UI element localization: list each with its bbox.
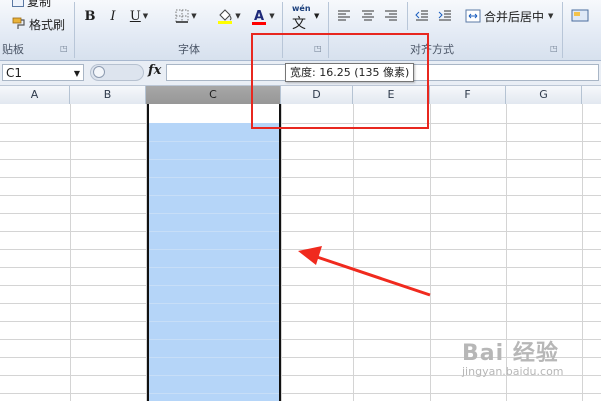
copy-icon — [12, 0, 24, 7]
column-header-h[interactable] — [582, 86, 601, 104]
selection-gridline — [149, 339, 279, 340]
selection-gridline — [149, 213, 279, 214]
column-header-b[interactable]: B — [70, 86, 146, 104]
increase-indent-icon — [438, 10, 451, 21]
formula-expand-handle[interactable] — [90, 64, 144, 81]
column-header-g[interactable]: G — [506, 86, 582, 104]
selection-gridline — [149, 357, 279, 358]
fill-color-button[interactable]: ▼ — [214, 7, 244, 25]
decrease-indent-button[interactable] — [413, 7, 431, 25]
annotation-highlight-box — [251, 33, 429, 129]
align-center-icon — [362, 10, 374, 21]
gridline — [0, 177, 601, 178]
selection-gridline — [149, 267, 279, 268]
chevron-down-icon: ▼ — [235, 12, 241, 20]
selection-gridline — [149, 321, 279, 322]
increase-indent-button[interactable] — [436, 7, 454, 25]
decrease-indent-icon — [415, 10, 428, 21]
bold-button[interactable]: B — [82, 7, 98, 25]
format-painter-label: 格式刷 — [29, 17, 66, 32]
format-painter-icon — [12, 17, 25, 29]
group-divider — [74, 2, 75, 58]
border-button[interactable]: ▼ — [170, 7, 202, 25]
gridline — [0, 141, 601, 142]
font-color-icon: A — [252, 9, 267, 25]
chevron-down-icon: ▼ — [269, 12, 275, 20]
watermark-url: jingyan.baidu.com — [462, 365, 564, 378]
phonetic-guide-button[interactable]: wén 文 ▼ — [290, 4, 322, 32]
selection-gridline — [149, 195, 279, 196]
copy-label: 复制 — [27, 0, 52, 9]
watermark-brand: Bai 经验 — [462, 341, 559, 366]
font-group-label: 字体 — [178, 43, 200, 56]
selection-gridline — [149, 177, 279, 178]
format-painter-button[interactable]: 格式刷 — [12, 15, 65, 33]
group-divider — [562, 2, 563, 58]
gridline — [0, 231, 601, 232]
gridline — [0, 321, 601, 322]
align-center-button[interactable] — [359, 7, 377, 25]
alignment-launcher-icon[interactable]: ◳ — [550, 44, 558, 53]
gridline — [0, 393, 601, 394]
selection-gridline — [149, 303, 279, 304]
chevron-down-icon: ▼ — [548, 12, 554, 20]
align-left-button[interactable] — [335, 7, 353, 25]
border-icon — [175, 9, 189, 23]
phonetic-top-label: wén — [292, 4, 311, 13]
selection-gridline — [149, 393, 279, 394]
number-format-button[interactable] — [570, 7, 590, 25]
chevron-down-icon: ▼ — [191, 12, 197, 20]
italic-button[interactable]: I — [105, 7, 121, 25]
selection-gridline — [149, 375, 279, 376]
underline-button[interactable]: U ▼ — [128, 7, 150, 25]
zoom-circle-icon — [93, 66, 105, 78]
group-divider — [407, 2, 408, 30]
copy-button[interactable]: 复制 — [12, 0, 52, 9]
chevron-down-icon: ▼ — [73, 69, 80, 78]
fill-bucket-icon — [218, 9, 233, 24]
column-header-f[interactable]: F — [430, 86, 506, 104]
align-right-icon — [385, 10, 397, 21]
gridline — [0, 159, 601, 160]
align-right-button[interactable] — [382, 7, 400, 25]
selection-gridline — [149, 141, 279, 142]
gridline — [0, 213, 601, 214]
clipboard-group-label: 贴板 — [2, 43, 24, 56]
font-color-button[interactable]: A ▼ — [249, 7, 277, 25]
phonetic-bottom-label: 文 — [292, 16, 306, 32]
selection-gridline — [149, 285, 279, 286]
selection-gridline — [149, 231, 279, 232]
chevron-down-icon: ▼ — [142, 12, 149, 20]
merge-center-label: 合并后居中 — [484, 9, 545, 24]
chevron-down-icon: ▼ — [314, 12, 320, 20]
merge-center-button[interactable]: 合并后居中 ▼ — [465, 7, 561, 25]
number-format-icon — [571, 9, 589, 22]
merge-center-icon — [465, 9, 481, 23]
insert-function-button[interactable]: fx — [148, 63, 161, 78]
name-box-value: C1 — [6, 66, 23, 80]
gridline — [0, 195, 601, 196]
column-header-a[interactable]: A — [0, 86, 70, 104]
align-left-icon — [338, 10, 350, 21]
svg-text:A: A — [254, 9, 264, 24]
clipboard-launcher-icon[interactable]: ◳ — [60, 44, 68, 53]
selection-gridline — [149, 249, 279, 250]
annotation-arrow-icon — [298, 246, 431, 297]
name-box[interactable]: C1 ▼ — [2, 64, 84, 81]
selection-gridline — [149, 159, 279, 160]
watermark: Bai 经验 jingyan.baidu.com — [462, 335, 564, 378]
